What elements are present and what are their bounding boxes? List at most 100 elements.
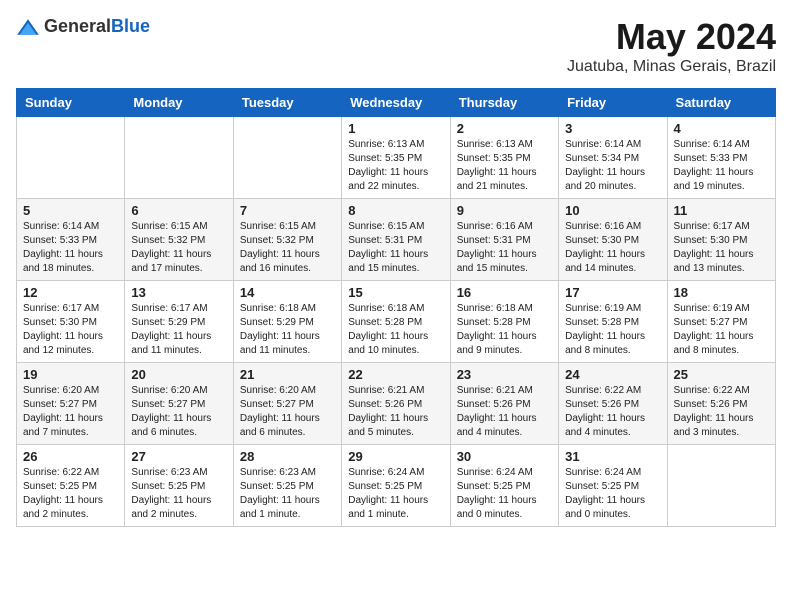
day-number: 24 [565,367,660,382]
calendar-cell: 12 Sunrise: 6:17 AM Sunset: 5:30 PM Dayli… [17,281,125,363]
day-info: Sunrise: 6:13 AM Sunset: 5:35 PM Dayligh… [457,138,552,194]
calendar-cell: 28Sunrise: 6:23 AM Sunset: 5:25 PM Dayli… [233,445,341,527]
calendar-cell: 13Sunrise: 6:17 AM Sunset: 5:29 PM Dayli… [125,281,233,363]
day-info: Sunrise: 6:21 AM Sunset: 5:26 PM Dayligh… [348,384,443,440]
calendar-cell: 8 Sunrise: 6:15 AM Sunset: 5:31 PM Daylig… [342,199,450,281]
logo: GeneralBlue [16,16,150,37]
day-number: 13 [131,285,226,300]
day-number: 1 [348,121,443,136]
calendar-cell: 22 Sunrise: 6:21 AM Sunset: 5:26 PM Dayli… [342,363,450,445]
calendar-cell: 17 Sunrise: 6:19 AM Sunset: 5:28 PM Dayli… [559,281,667,363]
calendar-cell [667,445,775,527]
day-info: Sunrise: 6:22 AM Sunset: 5:26 PM Dayligh… [674,384,769,440]
logo-blue-text: Blue [111,16,150,36]
day-number: 3 [565,121,660,136]
calendar-cell: 23 Sunrise: 6:21 AM Sunset: 5:26 PM Dayli… [450,363,558,445]
calendar-week-row: 26 Sunrise: 6:22 AM Sunset: 5:25 PM Dayli… [17,445,776,527]
day-number: 30 [457,449,552,464]
day-number: 18 [674,285,769,300]
day-info: Sunrise: 6:16 AM Sunset: 5:31 PM Dayligh… [457,220,552,276]
calendar-cell: 5 Sunrise: 6:14 AM Sunset: 5:33 PM Daylig… [17,199,125,281]
calendar-cell: 14Sunrise: 6:18 AM Sunset: 5:29 PM Dayli… [233,281,341,363]
day-info: Sunrise: 6:17 AM Sunset: 5:30 PM Dayligh… [674,220,769,276]
day-headers-row: SundayMondayTuesdayWednesdayThursdayFrid… [17,89,776,117]
day-info: Sunrise: 6:18 AM Sunset: 5:29 PM Dayligh… [240,302,335,358]
day-number: 27 [131,449,226,464]
day-header-saturday: Saturday [667,89,775,117]
day-info: Sunrise: 6:15 AM Sunset: 5:32 PM Dayligh… [240,220,335,276]
day-info: Sunrise: 6:24 AM Sunset: 5:25 PM Dayligh… [348,466,443,522]
day-info: Sunrise: 6:20 AM Sunset: 5:27 PM Dayligh… [23,384,118,440]
calendar-cell: 1 Sunrise: 6:13 AM Sunset: 5:35 PM Daylig… [342,117,450,199]
day-info: Sunrise: 6:22 AM Sunset: 5:25 PM Dayligh… [23,466,118,522]
day-info: Sunrise: 6:23 AM Sunset: 5:25 PM Dayligh… [131,466,226,522]
calendar-cell: 16 Sunrise: 6:18 AM Sunset: 5:28 PM Dayli… [450,281,558,363]
logo-icon [16,17,40,37]
day-header-monday: Monday [125,89,233,117]
day-number: 9 [457,203,552,218]
calendar-cell: 11 Sunrise: 6:17 AM Sunset: 5:30 PM Dayli… [667,199,775,281]
calendar-cell: 27 Sunrise: 6:23 AM Sunset: 5:25 PM Dayli… [125,445,233,527]
day-number: 2 [457,121,552,136]
day-number: 26 [23,449,118,464]
calendar-cell: 24 Sunrise: 6:22 AM Sunset: 5:26 PM Dayli… [559,363,667,445]
day-header-tuesday: Tuesday [233,89,341,117]
calendar-cell [17,117,125,199]
day-number: 8 [348,203,443,218]
day-header-thursday: Thursday [450,89,558,117]
day-number: 17 [565,285,660,300]
day-info: Sunrise: 6:14 AM Sunset: 5:33 PM Dayligh… [23,220,118,276]
calendar-cell: 6 Sunrise: 6:15 AM Sunset: 5:32 PM Daylig… [125,199,233,281]
calendar-week-row: 12 Sunrise: 6:17 AM Sunset: 5:30 PM Dayli… [17,281,776,363]
calendar-cell: 30 Sunrise: 6:24 AM Sunset: 5:25 PM Dayli… [450,445,558,527]
calendar-body: 1 Sunrise: 6:13 AM Sunset: 5:35 PM Daylig… [17,117,776,527]
calendar-cell: 3Sunrise: 6:14 AM Sunset: 5:34 PM Daylig… [559,117,667,199]
day-info: Sunrise: 6:16 AM Sunset: 5:30 PM Dayligh… [565,220,660,276]
calendar-cell: 15Sunrise: 6:18 AM Sunset: 5:28 PM Dayli… [342,281,450,363]
day-number: 23 [457,367,552,382]
day-header-friday: Friday [559,89,667,117]
day-info: Sunrise: 6:21 AM Sunset: 5:26 PM Dayligh… [457,384,552,440]
day-number: 20 [131,367,226,382]
day-number: 15 [348,285,443,300]
day-number: 5 [23,203,118,218]
calendar-cell: 4Sunrise: 6:14 AM Sunset: 5:33 PM Daylig… [667,117,775,199]
day-info: Sunrise: 6:20 AM Sunset: 5:27 PM Dayligh… [240,384,335,440]
calendar-cell: 2 Sunrise: 6:13 AM Sunset: 5:35 PM Daylig… [450,117,558,199]
day-info: Sunrise: 6:17 AM Sunset: 5:30 PM Dayligh… [23,302,118,358]
calendar-week-row: 5 Sunrise: 6:14 AM Sunset: 5:33 PM Daylig… [17,199,776,281]
title-block: May 2024 Juatuba, Minas Gerais, Brazil [567,16,776,76]
day-number: 31 [565,449,660,464]
calendar-header: SundayMondayTuesdayWednesdayThursdayFrid… [17,89,776,117]
day-header-wednesday: Wednesday [342,89,450,117]
calendar-cell: 18 Sunrise: 6:19 AM Sunset: 5:27 PM Dayli… [667,281,775,363]
calendar-cell: 19 Sunrise: 6:20 AM Sunset: 5:27 PM Dayli… [17,363,125,445]
day-number: 12 [23,285,118,300]
calendar-cell [233,117,341,199]
day-info: Sunrise: 6:14 AM Sunset: 5:33 PM Dayligh… [674,138,769,194]
page-header: GeneralBlue May 2024 Juatuba, Minas Gera… [16,16,776,76]
day-info: Sunrise: 6:13 AM Sunset: 5:35 PM Dayligh… [348,138,443,194]
day-number: 6 [131,203,226,218]
calendar-cell: 10 Sunrise: 6:16 AM Sunset: 5:30 PM Dayli… [559,199,667,281]
day-number: 22 [348,367,443,382]
day-info: Sunrise: 6:24 AM Sunset: 5:25 PM Dayligh… [457,466,552,522]
day-info: Sunrise: 6:18 AM Sunset: 5:28 PM Dayligh… [457,302,552,358]
day-header-sunday: Sunday [17,89,125,117]
day-number: 11 [674,203,769,218]
calendar-cell: 31 Sunrise: 6:24 AM Sunset: 5:25 PM Dayli… [559,445,667,527]
day-info: Sunrise: 6:19 AM Sunset: 5:27 PM Dayligh… [674,302,769,358]
calendar-week-row: 1 Sunrise: 6:13 AM Sunset: 5:35 PM Daylig… [17,117,776,199]
day-info: Sunrise: 6:15 AM Sunset: 5:32 PM Dayligh… [131,220,226,276]
calendar-cell: 26 Sunrise: 6:22 AM Sunset: 5:25 PM Dayli… [17,445,125,527]
day-info: Sunrise: 6:22 AM Sunset: 5:26 PM Dayligh… [565,384,660,440]
day-number: 28 [240,449,335,464]
calendar-cell: 20Sunrise: 6:20 AM Sunset: 5:27 PM Dayli… [125,363,233,445]
day-number: 16 [457,285,552,300]
day-number: 10 [565,203,660,218]
day-number: 7 [240,203,335,218]
day-info: Sunrise: 6:15 AM Sunset: 5:31 PM Dayligh… [348,220,443,276]
day-info: Sunrise: 6:24 AM Sunset: 5:25 PM Dayligh… [565,466,660,522]
day-info: Sunrise: 6:19 AM Sunset: 5:28 PM Dayligh… [565,302,660,358]
day-number: 19 [23,367,118,382]
